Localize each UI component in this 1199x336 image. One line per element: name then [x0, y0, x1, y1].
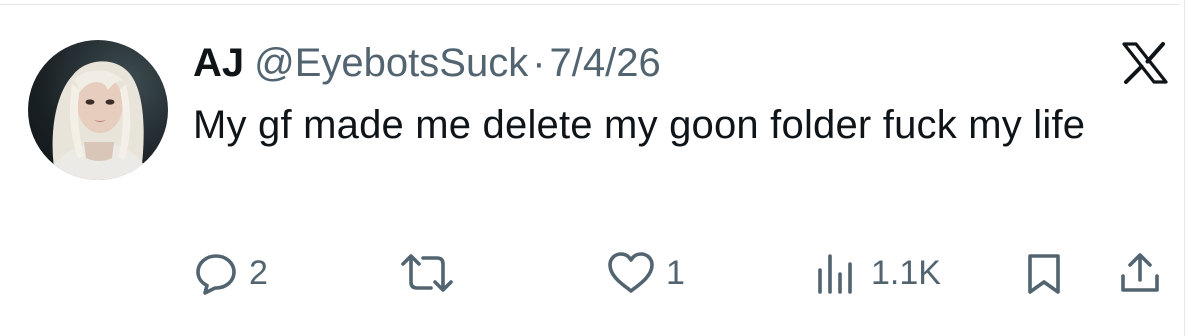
- author-handle[interactable]: @EyebotsSuck: [254, 38, 528, 88]
- reply-button[interactable]: 2: [193, 243, 268, 303]
- action-bar: 2 1 1.1K: [0, 243, 1199, 303]
- tweet-text: My gf made me delete my goon folder fuck…: [193, 103, 1086, 147]
- views-button[interactable]: 1.1K: [815, 243, 941, 303]
- bookmark-icon: [1028, 254, 1060, 294]
- avatar-image: [46, 61, 152, 180]
- share-icon: [1121, 253, 1159, 292]
- views-icon: [818, 254, 852, 294]
- share-button[interactable]: [1117, 243, 1163, 303]
- repost-button[interactable]: [397, 243, 467, 303]
- views-count: 1.1K: [871, 254, 941, 292]
- like-button[interactable]: 1: [606, 243, 685, 303]
- reply-count: 2: [249, 254, 268, 292]
- avatar[interactable]: [28, 40, 168, 180]
- x-logo-icon[interactable]: [1122, 42, 1168, 84]
- bookmark-button[interactable]: [1024, 243, 1064, 303]
- header-separator: ·: [532, 41, 546, 85]
- repost-icon: [401, 254, 453, 292]
- tweet-date[interactable]: 7/4/26: [550, 38, 661, 88]
- heart-icon: [608, 252, 654, 293]
- reply-icon: [196, 254, 236, 295]
- like-count: 1: [666, 254, 685, 292]
- tweet-header: AJ @EyebotsSuck · 7/4/26: [193, 38, 661, 88]
- top-divider: [0, 4, 1180, 5]
- author-name[interactable]: AJ: [193, 38, 244, 88]
